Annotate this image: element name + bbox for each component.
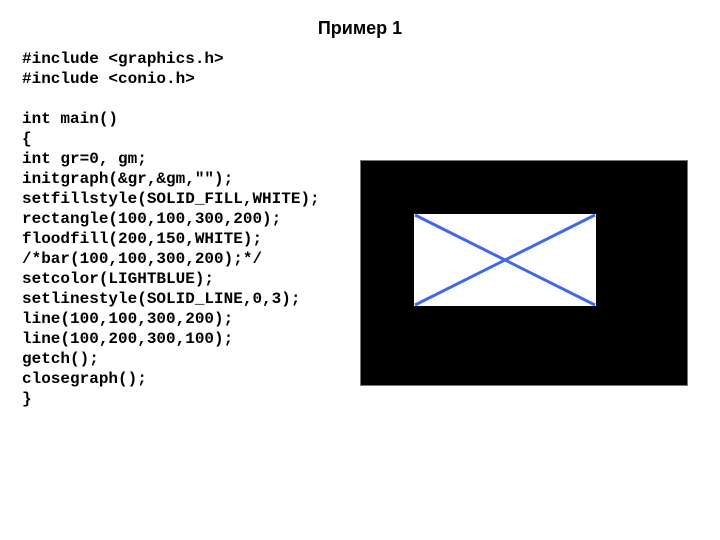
graphics-canvas	[361, 161, 687, 385]
page-title: Пример 1	[0, 0, 720, 49]
graphics-output	[360, 160, 688, 386]
